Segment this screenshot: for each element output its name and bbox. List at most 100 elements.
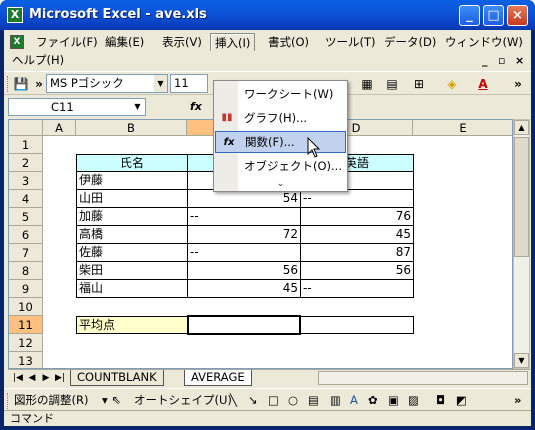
draw-adjust-menu[interactable]: 図形の調整(R) (14, 392, 88, 408)
menu-item-chart[interactable]: ▮▮ グラフ(H)... (214, 107, 347, 129)
autoshape-menu[interactable]: オートシェイプ(U) (134, 392, 232, 408)
shadow-icon[interactable]: ◘ (436, 392, 445, 408)
name-cell[interactable]: 加藤 (76, 208, 188, 226)
3d-icon[interactable]: ◩ (456, 392, 467, 408)
maximize-button[interactable]: □ (483, 5, 504, 26)
borders-icon[interactable]: ⊞ (411, 76, 427, 92)
english-cell[interactable]: 56 (300, 262, 414, 280)
select-all-corner[interactable] (9, 120, 43, 136)
expand-menu-icon[interactable]: ⌄ (214, 177, 347, 191)
first-sheet-icon[interactable]: |◀ (12, 371, 24, 385)
row-header[interactable]: 5 (9, 208, 43, 226)
textbox-icon[interactable]: ▤ (308, 392, 319, 408)
toolbar-more-icon[interactable]: » (514, 392, 521, 408)
oval-icon[interactable]: ○ (288, 392, 298, 408)
vertical-scrollbar[interactable]: ▲ ▼ (513, 119, 530, 369)
row-header[interactable]: 12 (9, 334, 43, 352)
prev-sheet-icon[interactable]: ◀ (26, 371, 38, 385)
font-name-combo[interactable]: MS Pゴシック ▼ (46, 74, 168, 93)
menu-tools[interactable]: ツール(T) (321, 33, 380, 51)
row-header[interactable]: 10 (9, 298, 43, 316)
toolbar-grip[interactable] (7, 393, 10, 409)
scroll-up-icon[interactable]: ▲ (514, 120, 529, 135)
excel-app-icon[interactable]: X (7, 7, 23, 23)
doc-minimize-button[interactable]: _ (482, 54, 488, 67)
sheet-tab-countblank[interactable]: COUNTBLANK (70, 370, 164, 386)
row-header[interactable]: 3 (9, 172, 43, 190)
menu-edit[interactable]: 編集(E) (101, 33, 148, 51)
menu-item-function[interactable]: fx 関数(F)... (215, 131, 346, 153)
scroll-down-icon[interactable]: ▼ (514, 353, 529, 368)
math-cell[interactable]: -- (187, 244, 301, 262)
math-cell[interactable]: 45 (187, 280, 301, 298)
math-cell[interactable]: 56 (187, 262, 301, 280)
average-label-cell[interactable]: 平均点 (76, 316, 188, 334)
menu-item-object[interactable]: オブジェクト(O)... (214, 155, 347, 177)
next-sheet-icon[interactable]: ▶ (40, 371, 52, 385)
chevron-down-icon[interactable]: ▼ (131, 99, 144, 115)
diagram-icon[interactable]: ✿ (368, 392, 378, 408)
name-cell[interactable]: 伊藤 (76, 172, 188, 190)
toolbar-more-icon[interactable]: » (510, 76, 526, 92)
name-cell[interactable]: 柴田 (76, 262, 188, 280)
name-cell[interactable]: 高橋 (76, 226, 188, 244)
menu-item-worksheet[interactable]: ワークシート(W) (214, 83, 347, 105)
close-button[interactable]: × (507, 5, 528, 26)
row-header[interactable]: 6 (9, 226, 43, 244)
font-color-icon[interactable]: A (475, 76, 491, 92)
rectangle-icon[interactable]: □ (268, 392, 279, 408)
menu-data[interactable]: データ(D) (380, 33, 440, 51)
toolbar-options-icon[interactable]: » (31, 76, 47, 92)
row-header[interactable]: 4 (9, 190, 43, 208)
menu-file[interactable]: ファイル(F) (32, 33, 102, 51)
doc-close-button[interactable]: × (515, 54, 524, 67)
row-header[interactable]: 11 (9, 316, 43, 334)
row-header[interactable]: 1 (9, 136, 43, 154)
clipart-icon[interactable]: ▣ (388, 392, 399, 408)
fill-color-icon[interactable]: ◈ (444, 76, 460, 92)
menu-insert[interactable]: 挿入(I) (210, 33, 256, 51)
horizontal-scrollbar[interactable] (318, 371, 528, 385)
row-header[interactable]: 8 (9, 262, 43, 280)
row-header[interactable]: 7 (9, 244, 43, 262)
toolbar-grip[interactable] (7, 76, 10, 92)
row-header[interactable]: 13 (9, 352, 43, 368)
doc-restore-button[interactable]: ▫ (498, 54, 505, 67)
math-cell[interactable]: 72 (187, 226, 301, 244)
english-cell[interactable]: 76 (300, 208, 414, 226)
column-header-e[interactable]: E (413, 120, 512, 136)
name-box[interactable]: C11 ▼ (8, 98, 146, 116)
name-cell[interactable]: 佐藤 (76, 244, 188, 262)
name-cell[interactable]: 福山 (76, 280, 188, 298)
merge-center-icon[interactable]: ▦ (359, 76, 375, 92)
row-header[interactable]: 2 (9, 154, 43, 172)
wordart-icon[interactable]: A (350, 392, 358, 408)
minimize-button[interactable]: _ (459, 5, 480, 26)
workbook-icon[interactable]: X (10, 35, 24, 49)
last-sheet-icon[interactable]: ▶| (54, 371, 66, 385)
insert-function-icon[interactable]: fx (190, 100, 202, 113)
vertical-textbox-icon[interactable]: ▥ (330, 392, 341, 408)
save-icon[interactable]: 💾 (13, 76, 29, 92)
scroll-thumb[interactable] (514, 137, 529, 257)
chevron-down-icon[interactable]: ▼ (154, 75, 167, 92)
row-header[interactable]: 9 (9, 280, 43, 298)
english-cell[interactable]: -- (300, 280, 414, 298)
font-size-combo[interactable]: 11 (170, 74, 208, 93)
menu-window[interactable]: ウィンドウ(W) (441, 33, 527, 51)
column-header-a[interactable]: A (43, 120, 76, 136)
menu-format[interactable]: 書式(O) (264, 33, 313, 51)
menu-view[interactable]: 表示(V) (158, 33, 206, 51)
menu-help[interactable]: ヘルプ(H) (8, 51, 68, 69)
english-cell[interactable]: 87 (300, 244, 414, 262)
average-english-cell[interactable] (300, 316, 414, 334)
picture-icon[interactable]: ▨ (408, 392, 419, 408)
math-cell[interactable]: 54 (187, 190, 301, 208)
currency-icon[interactable]: ▤ (384, 76, 400, 92)
column-header-b[interactable]: B (76, 120, 187, 136)
english-cell[interactable]: -- (300, 190, 414, 208)
title-bar[interactable]: X Microsoft Excel - ave.xls _ □ × (0, 0, 535, 30)
sheet-tab-average[interactable]: AVERAGE (184, 370, 252, 386)
header-cell-name[interactable]: 氏名 (76, 154, 188, 172)
line-icon[interactable]: ╲ (230, 392, 237, 408)
